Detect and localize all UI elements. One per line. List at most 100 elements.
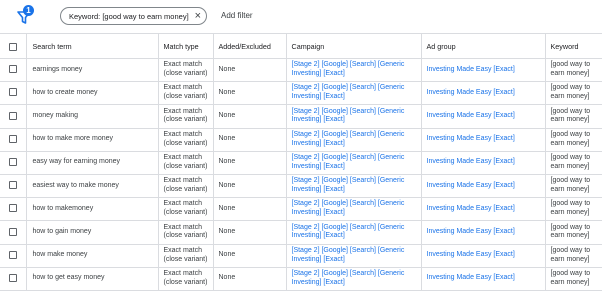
keyword-cell: [good way to earn money] bbox=[544, 104, 602, 129]
row-checkbox[interactable] bbox=[8, 227, 17, 236]
ad-group-link[interactable]: Investing Made Easy [Exact] bbox=[420, 220, 546, 245]
ad-group-link[interactable]: Investing Made Easy [Exact] bbox=[420, 197, 546, 222]
row-select-cell bbox=[0, 197, 27, 222]
row-checkbox[interactable] bbox=[8, 134, 17, 143]
campaign-link[interactable]: [Stage 2] [Google] [Search] [Generic Inv… bbox=[285, 57, 422, 83]
campaign-link[interactable]: [Stage 2] [Google] [Search] [Generic Inv… bbox=[285, 150, 422, 175]
table-row: how to gain money Exact match (close vari… bbox=[0, 220, 602, 245]
table-header-row: Search term Match type Added/Excluded Ca… bbox=[0, 33, 602, 59]
row-select-cell bbox=[0, 57, 27, 83]
row-select-cell bbox=[0, 173, 27, 199]
keyword-cell: [good way to earn money] bbox=[544, 197, 602, 222]
keyword-cell: [good way to earn money] bbox=[544, 81, 602, 106]
column-header-campaign[interactable]: Campaign bbox=[285, 33, 422, 59]
campaign-link[interactable]: [Stage 2] [Google] [Search] [Generic Inv… bbox=[285, 81, 422, 106]
match-type-cell: Exact match (close variant) bbox=[157, 57, 214, 83]
search-term-cell: how to create money bbox=[25, 81, 159, 106]
column-header-added-excluded[interactable]: Added/Excluded bbox=[212, 33, 287, 59]
campaign-link[interactable]: [Stage 2] [Google] [Search] [Generic Inv… bbox=[285, 243, 422, 268]
added-excluded-cell: None bbox=[212, 173, 287, 199]
table-row: how to create money Exact match (close va… bbox=[0, 81, 602, 106]
add-filter-button[interactable]: Add filter bbox=[221, 11, 253, 20]
table-row: earnings money Exact match (close variant… bbox=[0, 57, 602, 83]
ad-group-link[interactable]: Investing Made Easy [Exact] bbox=[420, 150, 546, 175]
added-excluded-cell: None bbox=[212, 243, 287, 268]
table-row: how to makemoney Exact match (close varia… bbox=[0, 197, 602, 222]
row-checkbox[interactable] bbox=[8, 273, 17, 282]
table-row: how to get easy money Exact match (close … bbox=[0, 266, 602, 291]
match-type-cell: Exact match (close variant) bbox=[157, 266, 214, 291]
added-excluded-cell: None bbox=[212, 127, 287, 152]
ad-group-link[interactable]: Investing Made Easy [Exact] bbox=[420, 104, 546, 129]
row-select-cell bbox=[0, 266, 27, 291]
search-term-cell: how to get easy money bbox=[25, 266, 159, 291]
added-excluded-cell: None bbox=[212, 57, 287, 83]
ad-group-link[interactable]: Investing Made Easy [Exact] bbox=[420, 173, 546, 199]
campaign-link[interactable]: [Stage 2] [Google] [Search] [Generic Inv… bbox=[285, 197, 422, 222]
row-select-cell bbox=[0, 104, 27, 129]
table-row: how to make more money Exact match (close… bbox=[0, 127, 602, 152]
search-terms-table: Search term Match type Added/Excluded Ca… bbox=[0, 33, 602, 291]
search-term-cell: how to makemoney bbox=[25, 197, 159, 222]
row-checkbox[interactable] bbox=[8, 65, 17, 74]
added-excluded-cell: None bbox=[212, 266, 287, 291]
keyword-filter-chip[interactable]: Keyword: [good way to earn money] × bbox=[60, 7, 208, 25]
row-select-cell bbox=[0, 150, 27, 175]
ad-group-link[interactable]: Investing Made Easy [Exact] bbox=[420, 127, 546, 152]
ad-group-link[interactable]: Investing Made Easy [Exact] bbox=[420, 243, 546, 268]
match-type-cell: Exact match (close variant) bbox=[157, 197, 214, 222]
added-excluded-cell: None bbox=[212, 150, 287, 175]
row-select-cell bbox=[0, 127, 27, 152]
search-term-cell: earnings money bbox=[25, 57, 159, 83]
row-checkbox[interactable] bbox=[8, 204, 17, 213]
keyword-cell: [good way to earn money] bbox=[544, 243, 602, 268]
search-term-cell: how to gain money bbox=[25, 220, 159, 245]
select-all-checkbox[interactable] bbox=[8, 42, 17, 51]
search-term-cell: how to make more money bbox=[25, 127, 159, 152]
campaign-link[interactable]: [Stage 2] [Google] [Search] [Generic Inv… bbox=[285, 220, 422, 245]
filter-count-badge: 1 bbox=[23, 5, 34, 16]
added-excluded-cell: None bbox=[212, 197, 287, 222]
search-term-cell: easy way for earning money bbox=[25, 150, 159, 175]
ad-group-link[interactable]: Investing Made Easy [Exact] bbox=[420, 266, 546, 291]
ad-group-link[interactable]: Investing Made Easy [Exact] bbox=[420, 81, 546, 106]
select-all-cell bbox=[0, 33, 27, 59]
campaign-link[interactable]: [Stage 2] [Google] [Search] [Generic Inv… bbox=[285, 173, 422, 199]
campaign-link[interactable]: [Stage 2] [Google] [Search] [Generic Inv… bbox=[285, 266, 422, 291]
table-body: earnings money Exact match (close variant… bbox=[0, 57, 602, 291]
row-checkbox[interactable] bbox=[8, 88, 17, 97]
column-header-ad-group[interactable]: Ad group bbox=[420, 33, 546, 59]
table-row: easy way for earning money Exact match (c… bbox=[0, 150, 602, 175]
row-select-cell bbox=[0, 81, 27, 106]
match-type-cell: Exact match (close variant) bbox=[157, 150, 214, 175]
keyword-cell: [good way to earn money] bbox=[544, 220, 602, 245]
keyword-cell: [good way to earn money] bbox=[544, 150, 602, 175]
campaign-link[interactable]: [Stage 2] [Google] [Search] [Generic Inv… bbox=[285, 104, 422, 129]
row-checkbox[interactable] bbox=[8, 158, 17, 167]
table-row: easiest way to make money Exact match (cl… bbox=[0, 173, 602, 199]
match-type-cell: Exact match (close variant) bbox=[157, 81, 214, 106]
search-term-cell: easiest way to make money bbox=[25, 173, 159, 199]
match-type-cell: Exact match (close variant) bbox=[157, 104, 214, 129]
filter-chip-label: Keyword: [good way to earn money] bbox=[69, 11, 189, 21]
keyword-cell: [good way to earn money] bbox=[544, 57, 602, 83]
keyword-cell: [good way to earn money] bbox=[544, 173, 602, 199]
match-type-cell: Exact match (close variant) bbox=[157, 127, 214, 152]
column-header-match-type[interactable]: Match type bbox=[157, 33, 214, 59]
added-excluded-cell: None bbox=[212, 81, 287, 106]
match-type-cell: Exact match (close variant) bbox=[157, 173, 214, 199]
row-select-cell bbox=[0, 220, 27, 245]
ad-group-link[interactable]: Investing Made Easy [Exact] bbox=[420, 57, 546, 83]
column-header-search-term[interactable]: Search term bbox=[25, 33, 159, 59]
row-checkbox[interactable] bbox=[8, 250, 17, 259]
search-term-cell: money making bbox=[25, 104, 159, 129]
table-row: money making Exact match (close variant) N… bbox=[0, 104, 602, 129]
campaign-link[interactable]: [Stage 2] [Google] [Search] [Generic Inv… bbox=[285, 127, 422, 152]
close-icon[interactable]: × bbox=[195, 10, 201, 22]
table-row: how make money Exact match (close variant… bbox=[0, 243, 602, 268]
filter-bar: 1 Keyword: [good way to earn money] × Ad… bbox=[0, 0, 602, 32]
column-header-keyword[interactable]: Keyword bbox=[544, 33, 602, 59]
row-checkbox[interactable] bbox=[8, 111, 17, 120]
match-type-cell: Exact match (close variant) bbox=[157, 220, 214, 245]
row-checkbox[interactable] bbox=[8, 181, 17, 190]
